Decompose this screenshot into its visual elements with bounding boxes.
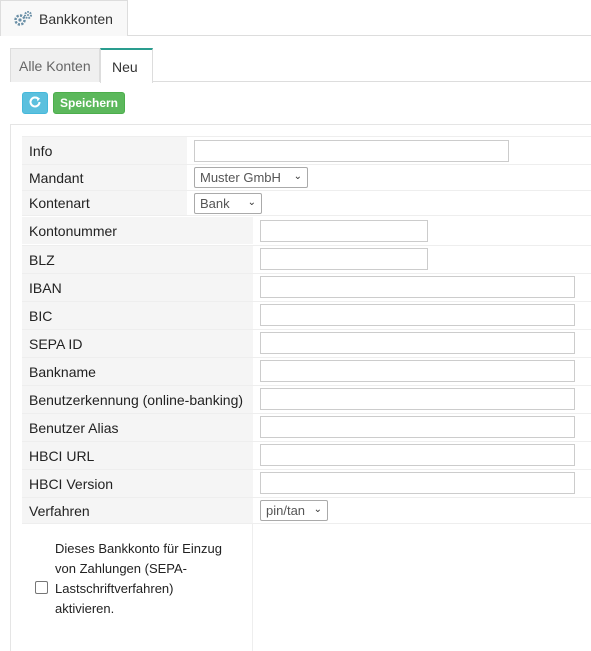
hbci-version-input[interactable]	[260, 472, 575, 494]
hbci-url-input[interactable]	[260, 444, 575, 466]
bic-label: BIC	[22, 302, 253, 329]
kontenart-label: Kontenart	[22, 191, 187, 215]
refresh-button[interactable]	[22, 92, 48, 114]
verfahren-select[interactable]: pin/tan ⌄	[260, 500, 328, 521]
bic-input[interactable]	[260, 304, 575, 326]
bankname-label: Bankname	[22, 358, 253, 385]
kontenart-select[interactable]: Bank ⌄	[194, 193, 262, 214]
benutzer-alias-input[interactable]	[260, 416, 575, 438]
divider	[128, 35, 591, 36]
sepa-id-label: SEPA ID	[22, 330, 253, 357]
save-button[interactable]: Speichern	[53, 92, 125, 114]
refresh-icon	[28, 95, 42, 112]
info-input[interactable]	[194, 140, 509, 162]
iban-input[interactable]	[260, 276, 575, 298]
divider	[22, 215, 591, 216]
mandant-select-value: Muster GmbH	[200, 170, 281, 185]
mandant-select[interactable]: Muster GmbH ⌄	[194, 167, 308, 188]
blz-label: BLZ	[22, 246, 253, 273]
info-label: Info	[22, 137, 187, 164]
hbci-version-label: HBCI Version	[22, 470, 253, 497]
chevron-down-icon: ⌄	[293, 171, 302, 182]
mandant-label: Mandant	[22, 165, 187, 190]
blz-input[interactable]	[260, 248, 428, 270]
benutzerkennung-label: Benutzerkennung (online-banking)	[22, 386, 253, 413]
bankname-input[interactable]	[260, 360, 575, 382]
window-tab-bankkonten[interactable]: Bankkonten	[0, 0, 128, 36]
chevron-down-icon: ⌄	[313, 504, 322, 515]
iban-label: IBAN	[22, 274, 253, 301]
tab-neu[interactable]: Neu	[100, 48, 153, 83]
lastschrift-checkbox[interactable]	[35, 581, 48, 594]
verfahren-select-value: pin/tan	[266, 503, 306, 518]
lastschrift-checkbox-label: Dieses Bankkonto für Einzug von Zahlunge…	[55, 541, 222, 616]
sepa-id-input[interactable]	[260, 332, 575, 354]
benutzerkennung-input[interactable]	[260, 388, 575, 410]
window-tab-title: Bankkonten	[39, 10, 113, 27]
chevron-down-icon: ⌄	[247, 197, 256, 208]
verfahren-label: Verfahren	[22, 498, 253, 523]
tab-alle-konten[interactable]: Alle Konten	[10, 48, 100, 82]
kontonummer-input[interactable]	[260, 220, 428, 242]
hbci-url-label: HBCI URL	[22, 442, 253, 469]
gears-icon	[13, 10, 33, 28]
benutzer-alias-label: Benutzer Alias	[22, 414, 253, 441]
kontenart-select-value: Bank	[200, 196, 230, 211]
kontonummer-label: Kontonummer	[22, 217, 253, 244]
